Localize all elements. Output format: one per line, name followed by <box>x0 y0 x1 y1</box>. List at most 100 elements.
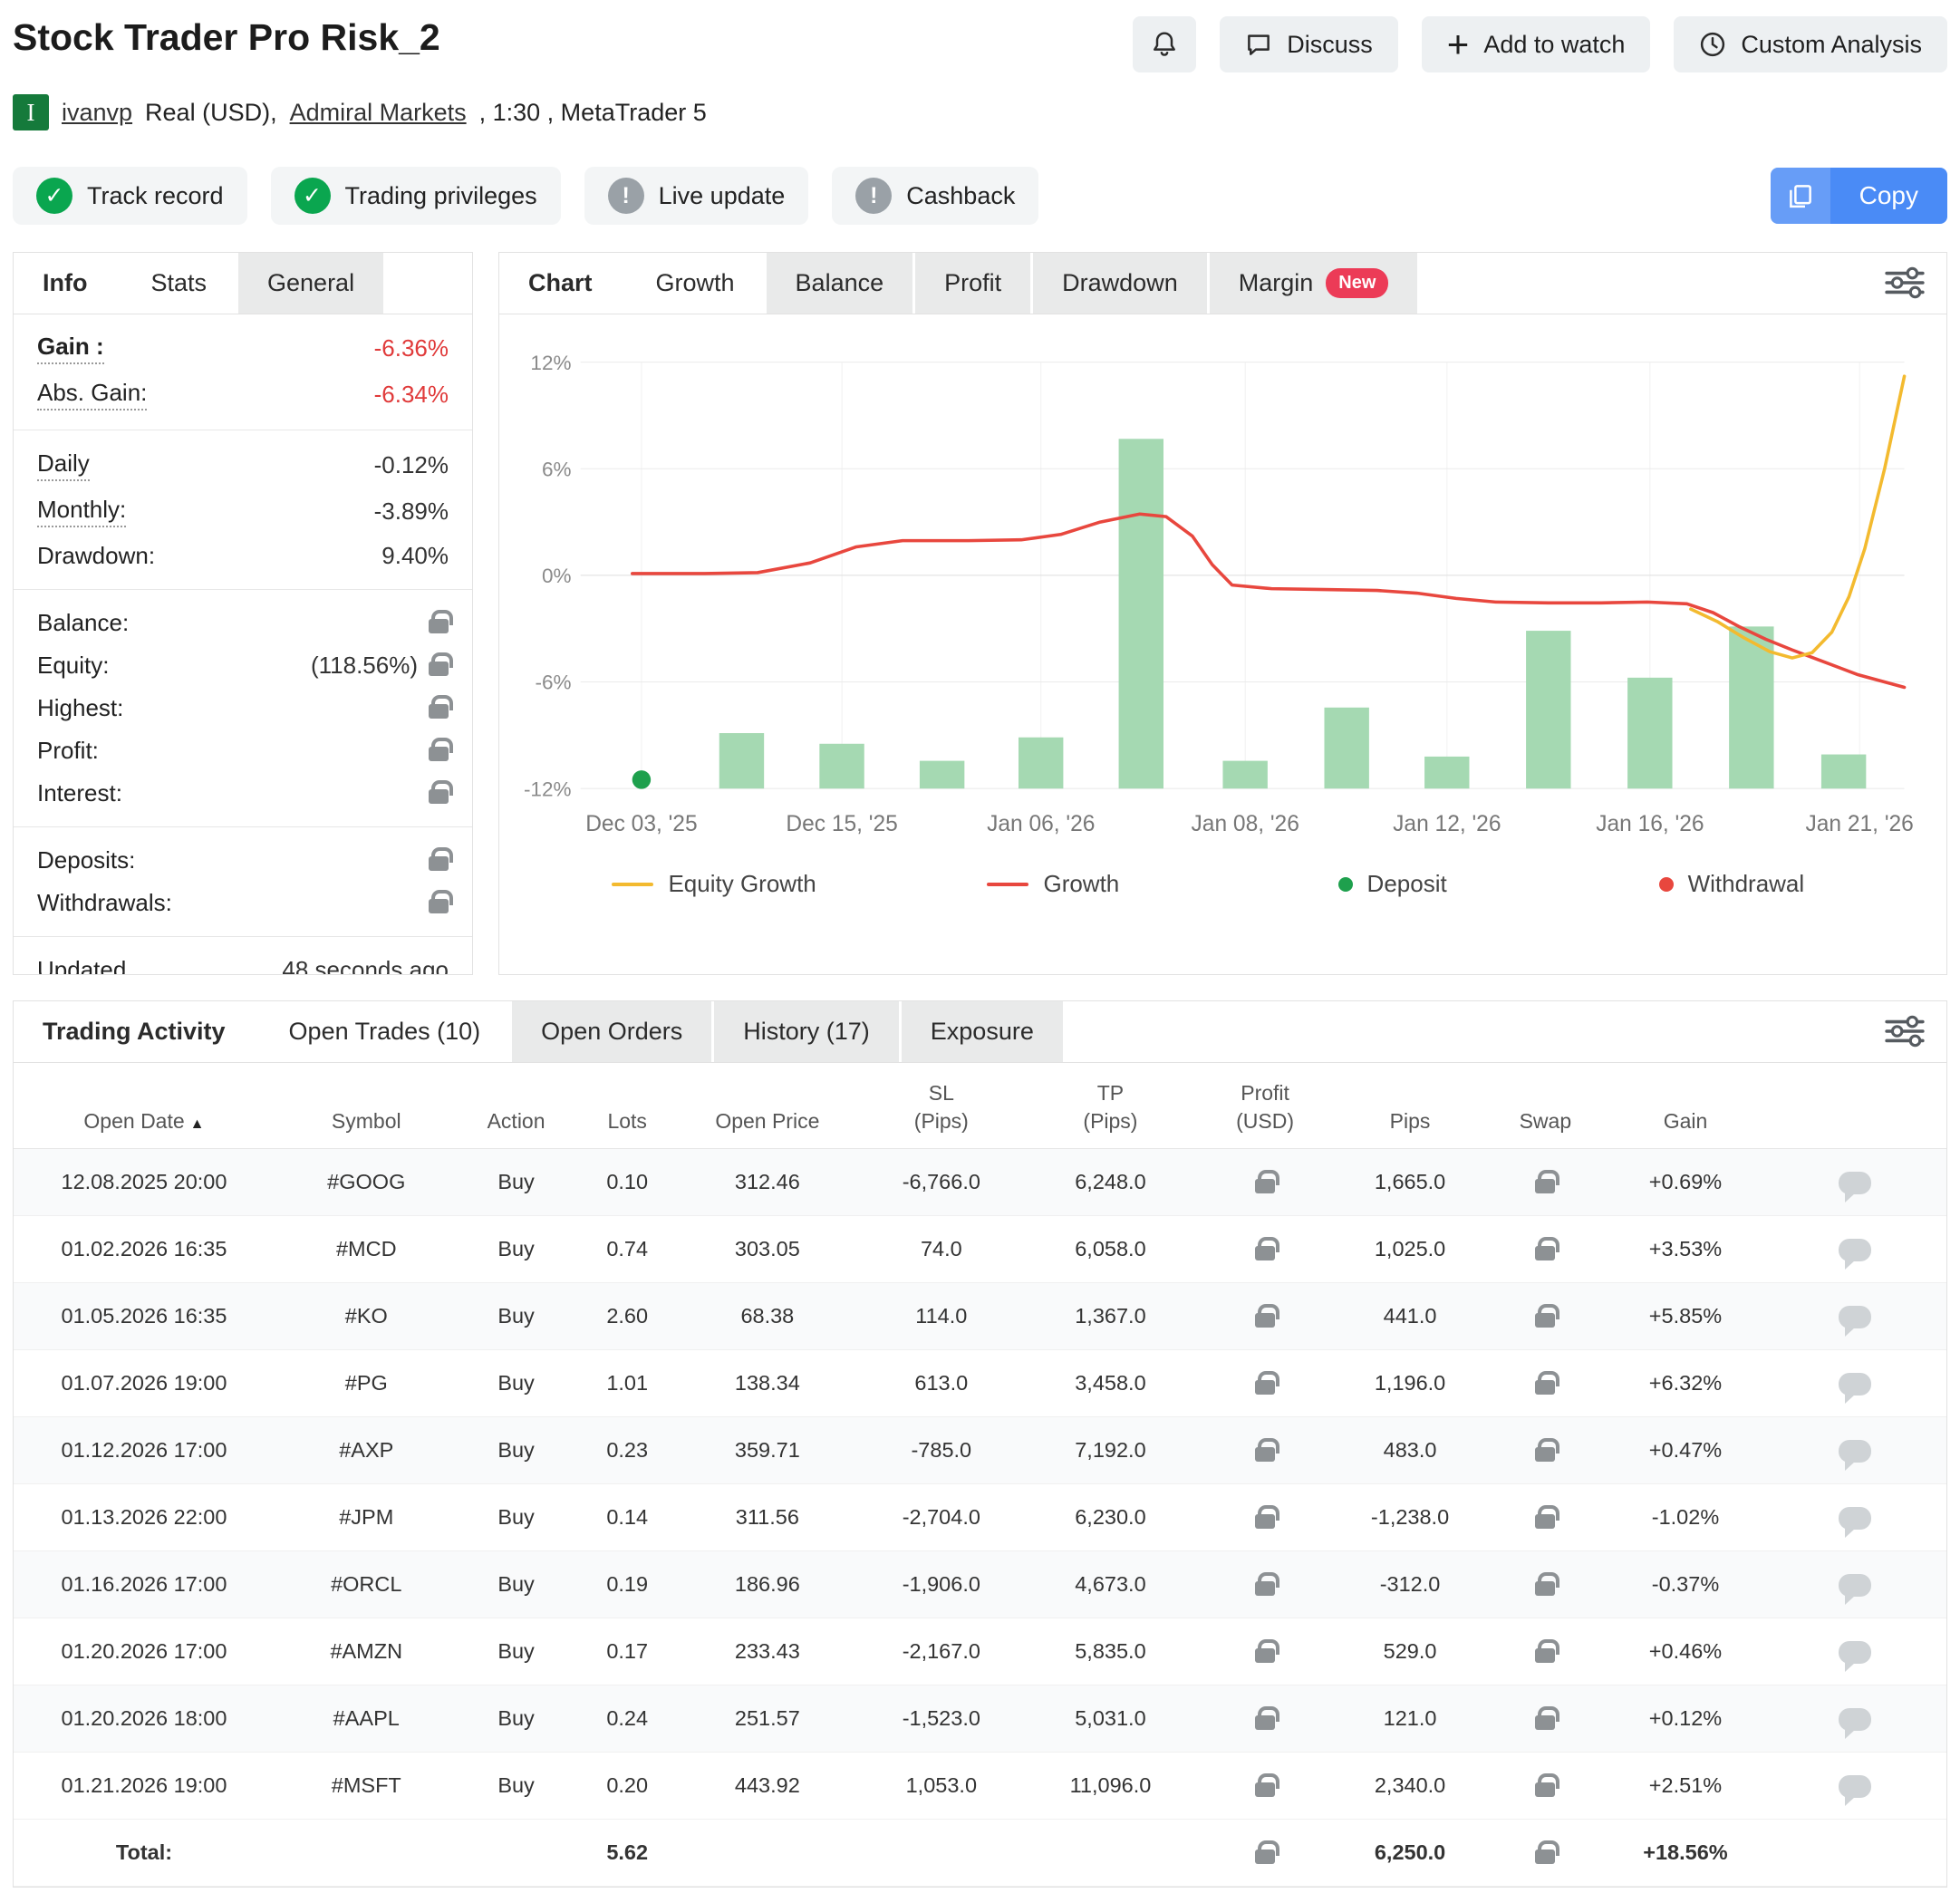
username-link[interactable]: ivanvp <box>62 99 132 127</box>
sort-asc-icon: ▲ <box>190 1116 205 1132</box>
chart-settings-button[interactable] <box>1883 266 1926 302</box>
col-header-profit-usd[interactable]: Profit(USD) <box>1192 1063 1337 1149</box>
total-empty <box>1028 1820 1192 1887</box>
tab-open-orders[interactable]: Open Orders <box>512 1001 711 1062</box>
comment-icon[interactable] <box>1839 1239 1871 1261</box>
deposit-bar <box>1821 755 1866 789</box>
trade-row[interactable]: 12.08.2025 20:00#GOOGBuy0.10312.46-6,766… <box>14 1149 1946 1216</box>
legend-label: Growth <box>1043 870 1119 898</box>
panel-title-trading-activity[interactable]: Trading Activity <box>14 1001 255 1062</box>
sl-pips-cell: -6,766.0 <box>854 1149 1028 1216</box>
copy-button[interactable]: Copy <box>1771 168 1947 224</box>
lock-icon <box>1255 1850 1275 1864</box>
action-cell: Buy <box>459 1618 574 1685</box>
col-header-lots[interactable]: Lots <box>574 1063 681 1149</box>
broker-link[interactable]: Admiral Markets <box>290 99 467 127</box>
chart-panel: ChartGrowthBalanceProfitDrawdownMarginNe… <box>498 252 1947 975</box>
col-header-swap[interactable]: Swap <box>1482 1063 1608 1149</box>
panel-title-info[interactable]: Info <box>14 253 116 314</box>
panel-title-chart[interactable]: Chart <box>499 253 622 314</box>
comment-cell <box>1762 1484 1946 1551</box>
open-price-cell: 312.46 <box>681 1149 854 1216</box>
col-header-open-price[interactable]: Open Price <box>681 1063 854 1149</box>
open-price-cell: 251.57 <box>681 1685 854 1753</box>
sl-pips-cell: 114.0 <box>854 1283 1028 1350</box>
comment-icon[interactable] <box>1839 1440 1871 1463</box>
trades-tbody: 12.08.2025 20:00#GOOGBuy0.10312.46-6,766… <box>14 1149 1946 1820</box>
tab-drawdown[interactable]: Drawdown <box>1033 253 1207 314</box>
trade-row[interactable]: 01.07.2026 19:00#PGBuy1.01138.34613.03,4… <box>14 1350 1946 1417</box>
col-header-gain[interactable]: Gain <box>1608 1063 1763 1149</box>
col-header-sl-pips[interactable]: SL(Pips) <box>854 1063 1028 1149</box>
comment-icon[interactable] <box>1839 1507 1871 1530</box>
comment-icon[interactable] <box>1839 1306 1871 1328</box>
stats-value-wrap <box>429 740 449 761</box>
stats-value-wrap: -6.36% <box>374 334 449 362</box>
activity-settings-button[interactable] <box>1883 1014 1926 1050</box>
symbol-cell: #PG <box>275 1350 459 1417</box>
comment-cell <box>1762 1417 1946 1484</box>
tab-profit[interactable]: Profit <box>915 253 1030 314</box>
stats-value-wrap <box>429 893 449 913</box>
col-header-symbol[interactable]: Symbol <box>275 1063 459 1149</box>
topbar: Stock Trader Pro Risk_2 Discuss + Add to… <box>13 0 1947 72</box>
lock-icon <box>1535 1850 1555 1864</box>
total-gain: +18.56% <box>1608 1820 1763 1887</box>
custom-analysis-button[interactable]: Custom Analysis <box>1674 16 1947 72</box>
action-cell: Buy <box>459 1149 574 1216</box>
trade-row[interactable]: 01.12.2026 17:00#AXPBuy0.23359.71-785.07… <box>14 1417 1946 1484</box>
tab-margin[interactable]: MarginNew <box>1210 253 1418 314</box>
col-header-pips[interactable]: Pips <box>1337 1063 1482 1149</box>
col-header-action[interactable]: Action <box>459 1063 574 1149</box>
action-cell: Buy <box>459 1753 574 1820</box>
open-date-cell: 01.12.2026 17:00 <box>14 1417 275 1484</box>
discuss-button[interactable]: Discuss <box>1220 16 1398 72</box>
tab-history-17[interactable]: History (17) <box>714 1001 899 1062</box>
legend-item-growth[interactable]: Growth <box>883 870 1222 898</box>
tab-general[interactable]: General <box>238 253 383 314</box>
comment-icon[interactable] <box>1839 1708 1871 1731</box>
tab-balance[interactable]: Balance <box>767 253 913 314</box>
comment-cell <box>1762 1216 1946 1283</box>
total-profit-locked <box>1192 1820 1337 1887</box>
legend-item-equity-growth[interactable]: Equity Growth <box>545 870 883 898</box>
stats-label: Deposits: <box>37 846 135 874</box>
trade-row[interactable]: 01.05.2026 16:35#KOBuy2.6068.38114.01,36… <box>14 1283 1946 1350</box>
add-to-watch-button[interactable]: + Add to watch <box>1422 16 1651 72</box>
open-date-cell: 01.07.2026 19:00 <box>14 1350 275 1417</box>
trade-row[interactable]: 01.20.2026 17:00#AMZNBuy0.17233.43-2,167… <box>14 1618 1946 1685</box>
trade-row[interactable]: 01.21.2026 19:00#MSFTBuy0.20443.921,053.… <box>14 1753 1946 1820</box>
pips-cell: 1,025.0 <box>1337 1216 1482 1283</box>
notifications-button[interactable] <box>1133 16 1196 72</box>
comment-icon[interactable] <box>1839 1172 1871 1194</box>
tab-growth[interactable]: Growth <box>627 253 764 314</box>
action-cell: Buy <box>459 1685 574 1753</box>
tab-label: Balance <box>796 269 884 297</box>
lock-icon <box>1535 1581 1555 1596</box>
comment-icon[interactable] <box>1839 1775 1871 1798</box>
col-header-tp-pips[interactable]: TP(Pips) <box>1028 1063 1192 1149</box>
action-cell: Buy <box>459 1283 574 1350</box>
stats-label: Updated <box>37 956 126 975</box>
account-info-row: I ivanvp Real (USD), Admiral Markets , 1… <box>13 94 1947 130</box>
trade-row[interactable]: 01.13.2026 22:00#JPMBuy0.14311.56-2,704.… <box>14 1484 1946 1551</box>
tab-open-trades-10[interactable]: Open Trades (10) <box>260 1001 510 1062</box>
legend-item-withdrawal[interactable]: Withdrawal <box>1562 870 1901 898</box>
comment-icon[interactable] <box>1839 1641 1871 1664</box>
gain-cell: +0.46% <box>1608 1618 1763 1685</box>
tab-stats[interactable]: Stats <box>121 253 236 314</box>
discuss-label: Discuss <box>1287 31 1373 59</box>
chart-legend: Equity Growth Growth DepositWithdrawal <box>499 870 1946 916</box>
pips-cell: 483.0 <box>1337 1417 1482 1484</box>
col-header-open-date[interactable]: Open Date▲ <box>14 1063 275 1149</box>
trade-row[interactable]: 01.16.2026 17:00#ORCLBuy0.19186.96-1,906… <box>14 1551 1946 1618</box>
total-row: Total:5.626,250.0+18.56% <box>14 1820 1946 1887</box>
tab-exposure[interactable]: Exposure <box>902 1001 1063 1062</box>
trade-row[interactable]: 01.20.2026 18:00#AAPLBuy0.24251.57-1,523… <box>14 1685 1946 1753</box>
trade-row[interactable]: 01.02.2026 16:35#MCDBuy0.74303.0574.06,0… <box>14 1216 1946 1283</box>
legend-item-deposit[interactable]: Deposit <box>1223 870 1562 898</box>
stats-divider <box>14 936 472 937</box>
comment-icon[interactable] <box>1839 1373 1871 1396</box>
sliders-icon <box>1884 1014 1926 1048</box>
comment-icon[interactable] <box>1839 1574 1871 1597</box>
